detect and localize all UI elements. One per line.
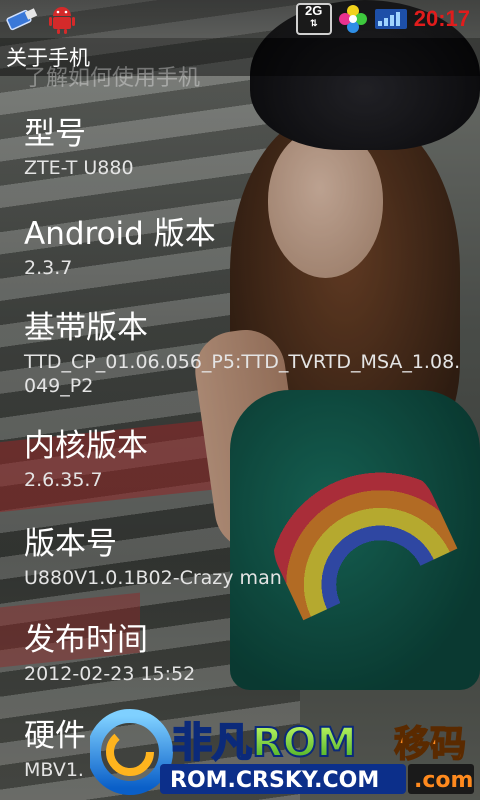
list-item-kernel-version[interactable]: 内核版本 2.6.35.7	[24, 428, 464, 492]
list-item-title: 版本号	[24, 526, 117, 562]
watermark-url: ROM.CRSKY.COM	[170, 768, 379, 793]
list-item-summary: ZTE-T U880	[24, 157, 134, 179]
list-item-summary: 2012-02-23 15:52	[24, 663, 196, 685]
list-item-title: Android 版本	[24, 216, 216, 252]
list-item-model[interactable]: 型号 ZTE-T U880	[24, 116, 464, 180]
watermark-brand: 非凡ROM	[172, 720, 357, 766]
watermark-suffix: 移码	[394, 724, 466, 765]
list-item-build-number[interactable]: 版本号 U880V1.0.1B02-Crazy man	[24, 526, 464, 590]
list-item-title: 型号	[24, 116, 86, 152]
data-arrows-icon: ⇅	[309, 18, 318, 28]
list-item-summary: 2.6.35.7	[24, 469, 103, 491]
list-item-title: 发布时间	[24, 622, 148, 658]
network-2g-icon: 2G ⇅	[295, 3, 332, 35]
status-clock: 20:17	[413, 6, 470, 31]
android-icon	[49, 7, 75, 34]
usb-debug-icon	[6, 8, 38, 31]
list-item-title: 内核版本	[24, 428, 148, 464]
list-item-summary: 2.3.7	[24, 257, 73, 279]
crsky-rom-watermark: 非凡ROM 移码 ROM.CRSKY.COM .com	[90, 709, 474, 795]
list-item-baseband-version[interactable]: 基带版本 TTD_CP_01.06.056_P5:TTD_TVRTD_MSA_1…	[24, 310, 464, 398]
list-item-summary: U880V1.0.1B02-Crazy man	[24, 567, 282, 589]
partial-list-item: 了解如何使用手机	[24, 66, 201, 91]
status-bar: 2G ⇅ 20:17	[0, 0, 480, 38]
network-badge-label: 2G	[305, 3, 323, 18]
list-item-android-version[interactable]: Android 版本 2.3.7	[24, 216, 464, 280]
list-item-summary: TTD_CP_01.06.056_P5:TTD_TVRTD_MSA_1.08.0…	[24, 351, 461, 397]
flower-app-icon	[338, 5, 367, 33]
list-item-title: 基带版本	[24, 310, 148, 346]
watermark-suffix-sub: .com	[414, 768, 473, 793]
list-item-release-time[interactable]: 发布时间 2012-02-23 15:52	[24, 622, 464, 686]
signal-icon	[374, 9, 407, 29]
